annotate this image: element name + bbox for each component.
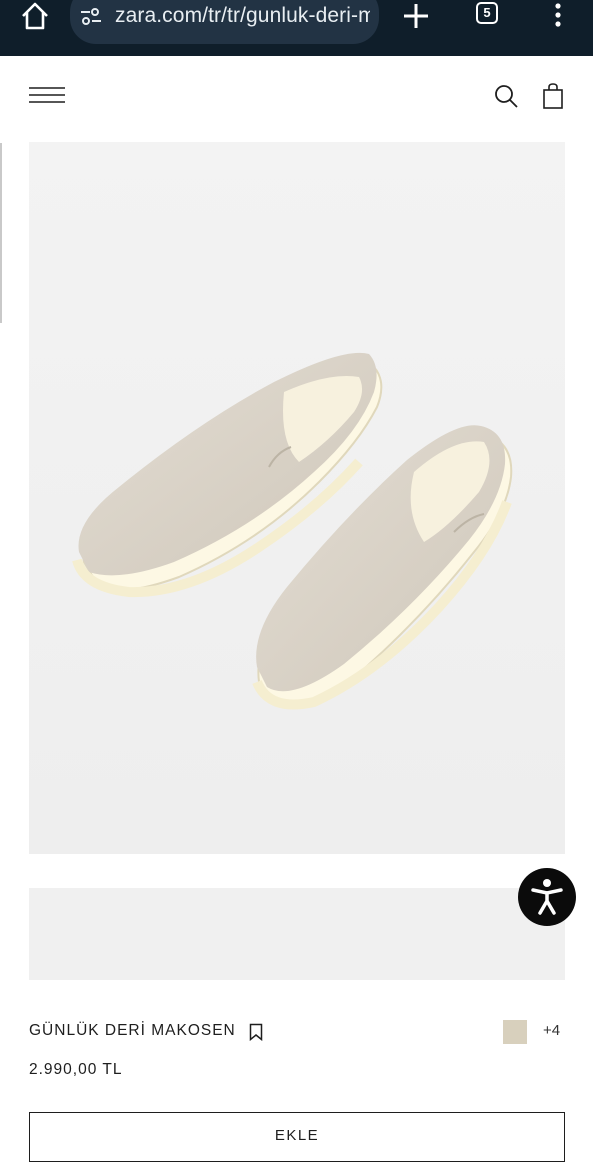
search-button[interactable] — [493, 83, 519, 109]
new-tab-button[interactable] — [402, 2, 430, 30]
loafer-shoes-illustration — [29, 142, 565, 854]
more-colors-count[interactable]: +4 — [543, 1022, 560, 1039]
home-icon — [22, 2, 48, 30]
address-bar[interactable]: zara.com/tr/tr/gunluk-deri-m — [70, 0, 379, 44]
home-button[interactable] — [18, 0, 52, 34]
bookmark-icon — [249, 1023, 263, 1042]
hamburger-menu-icon — [29, 87, 65, 103]
more-vert-icon — [555, 3, 561, 27]
image-gallery-strip[interactable] — [29, 888, 565, 980]
accessibility-button[interactable] — [518, 868, 576, 926]
product-name: GÜNLÜK DERİ MAKOSEN — [29, 1022, 236, 1039]
browser-menu-button[interactable] — [553, 2, 563, 30]
menu-button[interactable] — [29, 86, 65, 104]
wishlist-button[interactable] — [249, 1023, 263, 1042]
accessibility-icon — [531, 879, 563, 915]
color-swatch[interactable] — [503, 1020, 527, 1044]
url-text[interactable]: zara.com/tr/tr/gunluk-deri-m — [115, 4, 370, 28]
cart-button[interactable] — [540, 82, 566, 110]
tab-count: 5 — [476, 2, 498, 24]
browser-toolbar: zara.com/tr/tr/gunluk-deri-m 5 — [0, 0, 593, 56]
tab-switcher-button[interactable]: 5 — [476, 2, 502, 28]
product-price: 2.990,00 TL — [29, 1061, 123, 1078]
product-image[interactable] — [29, 142, 565, 854]
search-icon — [495, 85, 518, 108]
add-to-cart-button[interactable]: EKLE — [29, 1112, 565, 1162]
scroll-indicator — [0, 143, 2, 323]
tune-icon[interactable] — [80, 6, 102, 26]
site-header — [0, 56, 593, 141]
plus-icon — [404, 4, 428, 28]
shopping-bag-icon — [543, 83, 563, 109]
